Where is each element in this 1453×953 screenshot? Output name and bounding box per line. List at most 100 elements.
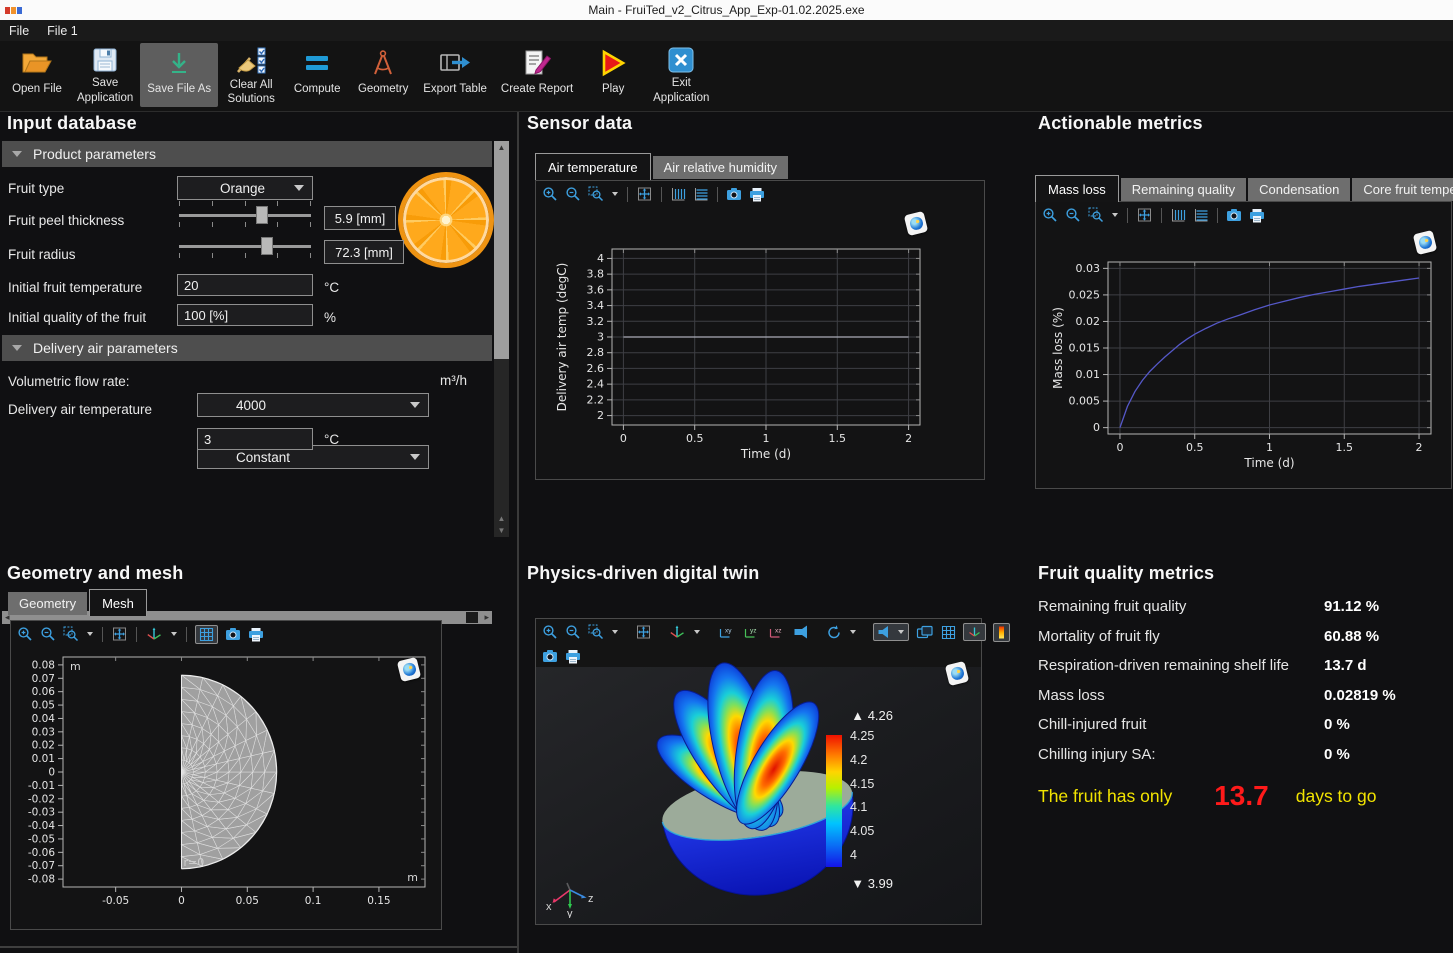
caret-icon[interactable] bbox=[611, 625, 619, 639]
zoom-in-icon[interactable] bbox=[17, 626, 33, 642]
vertical-scrollbar[interactable]: ▲ ▲ ▼ bbox=[494, 141, 509, 537]
caret-icon[interactable] bbox=[611, 187, 619, 201]
printer-icon[interactable] bbox=[1249, 208, 1265, 223]
y-grid-icon[interactable] bbox=[693, 186, 709, 202]
menu-file[interactable]: File bbox=[0, 24, 38, 38]
x-grid-icon[interactable] bbox=[1170, 207, 1186, 223]
zoom-out-icon[interactable] bbox=[40, 626, 56, 642]
fit-icon[interactable] bbox=[636, 186, 653, 202]
fruit-type-select[interactable]: Orange bbox=[177, 176, 313, 200]
digital-twin-panel[interactable]: xyyzxz bbox=[535, 618, 982, 925]
save-file-as-button[interactable]: Save File As bbox=[140, 43, 218, 107]
save-application-button[interactable]: Save Application bbox=[70, 43, 140, 107]
legend-toggle-icon[interactable] bbox=[997, 625, 1006, 640]
constant-temperature-input[interactable]: 3 bbox=[197, 428, 313, 450]
mesh-plot[interactable]: -0.0500.050.10.15-0.08-0.07-0.06-0.05-0.… bbox=[11, 647, 435, 923]
fit-icon[interactable] bbox=[1136, 207, 1153, 223]
svg-text:2: 2 bbox=[905, 432, 912, 445]
zoom-out-icon[interactable] bbox=[565, 624, 581, 640]
export-table-button[interactable]: Export Table bbox=[416, 43, 494, 107]
caret-icon[interactable] bbox=[170, 627, 178, 641]
toolbar-button-group[interactable] bbox=[993, 623, 1010, 642]
zoom-box-icon[interactable] bbox=[588, 624, 604, 640]
x-grid-icon[interactable] bbox=[670, 186, 686, 202]
zoom-in-icon[interactable] bbox=[542, 186, 558, 202]
scene-icon[interactable] bbox=[916, 625, 934, 639]
tab-core-fruit-temperature[interactable]: Core fruit temperature bbox=[1352, 178, 1453, 201]
metric-row: Mass loss0.02819 % bbox=[1038, 681, 1452, 711]
printer-icon[interactable] bbox=[248, 627, 264, 642]
light-icon[interactable] bbox=[877, 625, 894, 639]
caret-icon[interactable] bbox=[897, 625, 905, 639]
tab-condensation[interactable]: Condensation bbox=[1248, 178, 1350, 201]
camera-icon[interactable] bbox=[225, 627, 241, 641]
camera-icon[interactable] bbox=[1226, 208, 1242, 222]
tab-remaining-quality[interactable]: Remaining quality bbox=[1121, 178, 1246, 201]
pane-splitter-horizontal[interactable] bbox=[0, 946, 517, 948]
orientation-axes-icon[interactable] bbox=[145, 626, 163, 642]
view-xz-icon[interactable]: xz bbox=[767, 624, 785, 640]
projector-icon[interactable] bbox=[792, 625, 810, 639]
camera-icon[interactable] bbox=[726, 187, 742, 201]
sensor-data-tabs: Air temperature Air relative humidity bbox=[535, 153, 790, 179]
camera-icon[interactable] bbox=[542, 649, 558, 663]
axes-toggle-icon[interactable] bbox=[967, 625, 982, 639]
geometry-button[interactable]: Geometry bbox=[350, 43, 416, 107]
y-grid-icon[interactable] bbox=[1193, 207, 1209, 223]
toolbar-button-group[interactable] bbox=[963, 623, 986, 641]
scrollbar-thumb[interactable] bbox=[494, 141, 509, 359]
zoom-box-icon[interactable] bbox=[63, 626, 79, 642]
grid-icon[interactable] bbox=[199, 627, 214, 642]
zoom-in-icon[interactable] bbox=[1042, 207, 1058, 223]
caret-icon[interactable] bbox=[86, 627, 94, 641]
delivery-air-section-header[interactable]: Delivery air parameters bbox=[2, 335, 492, 361]
scrollbar-thumb[interactable] bbox=[466, 612, 478, 623]
peel-thickness-slider[interactable] bbox=[179, 201, 311, 227]
pane-splitter-vertical[interactable] bbox=[517, 112, 519, 953]
svg-text:0.06: 0.06 bbox=[32, 686, 56, 698]
fruit-radius-slider[interactable] bbox=[179, 237, 311, 258]
zoom-out-icon[interactable] bbox=[565, 186, 581, 202]
tab-mass-loss[interactable]: Mass loss bbox=[1035, 175, 1119, 202]
tab-mesh[interactable]: Mesh bbox=[89, 589, 147, 616]
slider-thumb[interactable] bbox=[261, 237, 273, 255]
printer-icon[interactable] bbox=[749, 187, 765, 202]
orientation-axes-icon[interactable] bbox=[668, 624, 686, 640]
initial-temperature-input[interactable]: 20 bbox=[177, 274, 313, 296]
fit-icon[interactable] bbox=[635, 624, 652, 640]
flow-rate-select[interactable]: 4000 bbox=[197, 393, 429, 417]
caret-icon[interactable] bbox=[1111, 208, 1119, 222]
rotate-icon[interactable] bbox=[826, 624, 842, 640]
play-button[interactable]: Play bbox=[580, 43, 646, 107]
mesh-graphics-toolbar bbox=[11, 621, 441, 647]
slider-thumb[interactable] bbox=[256, 206, 268, 224]
massloss-chart[interactable]: 00.511.5200.0050.010.0150.020.0250.03Tim… bbox=[1036, 228, 1447, 480]
view-yz-icon[interactable]: yz bbox=[742, 624, 760, 640]
view-xy-icon[interactable]: xy bbox=[717, 624, 735, 640]
zoom-box-icon[interactable] bbox=[1088, 207, 1104, 223]
menu-file-1[interactable]: File 1 bbox=[38, 24, 87, 38]
zoom-out-icon[interactable] bbox=[1065, 207, 1081, 223]
toolbar-button-group[interactable] bbox=[873, 623, 909, 641]
grid-icon[interactable] bbox=[941, 625, 956, 640]
sensor-chart[interactable]: 00.511.5222.22.42.62.833.23.43.63.84Time… bbox=[536, 207, 980, 473]
exit-application-button[interactable]: Exit Application bbox=[646, 43, 716, 107]
fruit-radius-value[interactable]: 72.3 [mm] bbox=[324, 240, 404, 264]
peel-thickness-value[interactable]: 5.9 [mm] bbox=[324, 206, 396, 230]
tab-air-temperature[interactable]: Air temperature bbox=[535, 153, 651, 180]
clear-all-solutions-button[interactable]: Clear All Solutions bbox=[218, 43, 284, 107]
zoom-box-icon[interactable] bbox=[588, 186, 604, 202]
initial-quality-input[interactable]: 100 [%] bbox=[177, 304, 313, 326]
tab-geometry[interactable]: Geometry bbox=[8, 592, 87, 615]
printer-icon[interactable] bbox=[565, 649, 581, 664]
caret-icon[interactable] bbox=[693, 625, 701, 639]
caret-icon[interactable] bbox=[849, 625, 857, 639]
open-file-button[interactable]: Open File bbox=[4, 43, 70, 107]
tab-air-relative-humidity[interactable]: Air relative humidity bbox=[653, 156, 788, 179]
create-report-button[interactable]: Create Report bbox=[494, 43, 580, 107]
zoom-in-icon[interactable] bbox=[542, 624, 558, 640]
fit-icon[interactable] bbox=[111, 626, 128, 642]
product-parameters-section-header[interactable]: Product parameters bbox=[2, 141, 492, 167]
compute-button[interactable]: Compute bbox=[284, 43, 350, 107]
toolbar-button-group[interactable] bbox=[195, 625, 218, 644]
